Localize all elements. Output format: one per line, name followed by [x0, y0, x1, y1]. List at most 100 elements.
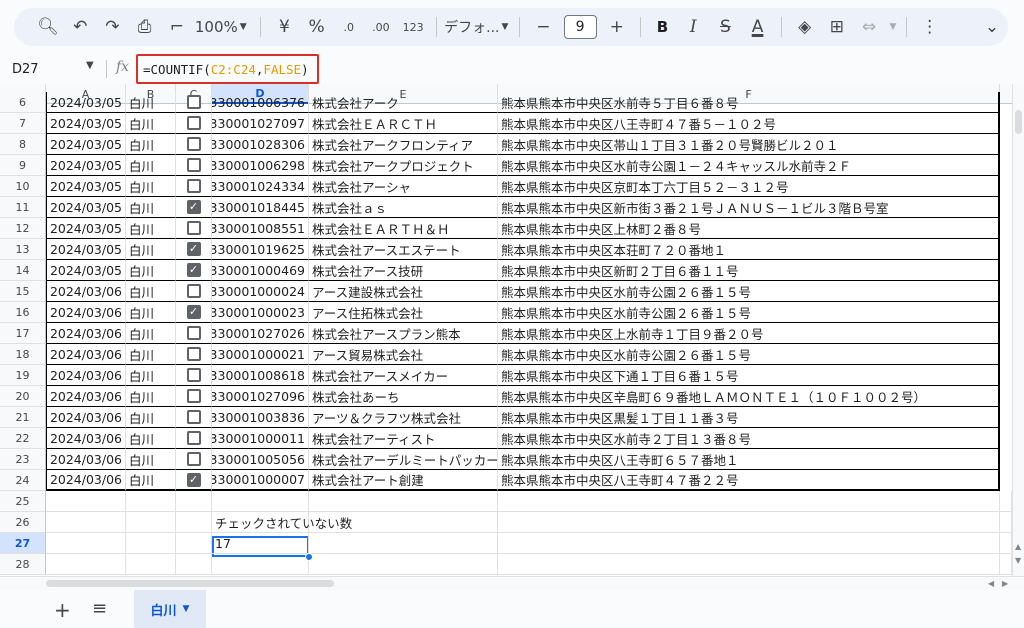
bold-button[interactable]: B [648, 13, 677, 41]
zoom-select[interactable]: 100% ▼ [193, 13, 253, 41]
row-header[interactable]: 20 [0, 386, 46, 407]
number-format-button[interactable]: 123 [397, 13, 429, 41]
cell[interactable]: 熊本県熊本市中央区上水前寺１丁目９番２０号 [498, 323, 1000, 344]
increase-decimal-button[interactable]: .00 [365, 13, 397, 41]
cell[interactable]: 白川 [126, 197, 176, 218]
cell[interactable]: 9330001000024 [212, 281, 309, 302]
cell[interactable]: 2024/03/05 [46, 113, 126, 134]
cell[interactable]: ✓ [176, 260, 212, 281]
cell[interactable]: 白川 [126, 92, 176, 113]
formula-input[interactable]: =COUNTIF(C2:C24, FALSE) [136, 54, 319, 84]
cell[interactable] [176, 365, 212, 386]
italic-button[interactable]: I [677, 13, 709, 41]
cell[interactable]: 2024/03/05 [46, 197, 126, 218]
checkbox-unchecked[interactable] [186, 347, 201, 361]
row-header[interactable]: 27 [0, 533, 46, 554]
undo-icon[interactable]: ↶ [64, 13, 96, 41]
cell[interactable]: 2024/03/05 [46, 239, 126, 260]
cell[interactable]: 4330001006298 [212, 155, 309, 176]
checkbox-unchecked[interactable] [186, 116, 201, 130]
cell[interactable]: 2024/03/05 [46, 155, 126, 176]
row-header[interactable]: 12 [0, 218, 46, 239]
cell[interactable]: 株式会社アーデルミートパッカー [309, 449, 498, 470]
cell[interactable]: 白川 [126, 302, 176, 323]
cell[interactable]: 2024/03/06 [46, 407, 126, 428]
checkbox-checked[interactable]: ✓ [186, 200, 201, 214]
cell[interactable]: 9330001005056 [212, 449, 309, 470]
cell[interactable]: 2024/03/05 [46, 176, 126, 197]
scroll-right-icon[interactable]: ▶ [1002, 579, 1008, 588]
row-header[interactable]: 9 [0, 155, 46, 176]
cell[interactable] [1000, 491, 1012, 512]
cell[interactable]: 熊本県熊本市中央区水前寺公園２６番１５号 [498, 344, 1000, 365]
cell[interactable]: 株式会社アースエステート [309, 239, 498, 260]
cell[interactable]: 株式会社アースメイカー [309, 365, 498, 386]
cell[interactable]: 4330001027096 [212, 386, 309, 407]
chevron-down-icon[interactable]: ▼ [183, 604, 190, 614]
cell[interactable]: 3330001024334 [212, 176, 309, 197]
cell[interactable]: 白川 [126, 113, 176, 134]
cell[interactable] [176, 92, 212, 113]
cell[interactable]: ✓ [176, 197, 212, 218]
row-header[interactable]: 26 [0, 512, 46, 533]
strikethrough-button[interactable]: S [709, 13, 741, 41]
cell[interactable]: 白川 [126, 134, 176, 155]
cell[interactable] [46, 512, 126, 533]
row-header[interactable]: 24 [0, 470, 46, 491]
cell[interactable]: 白川 [126, 386, 176, 407]
font-size-decrease-icon[interactable]: − [527, 13, 559, 41]
cell[interactable]: 株式会社アースプラン熊本 [309, 323, 498, 344]
cell[interactable]: 2024/03/06 [46, 428, 126, 449]
cell[interactable]: 2024/03/06 [46, 449, 126, 470]
cell[interactable] [309, 491, 498, 512]
cell[interactable] [46, 554, 126, 575]
cell[interactable] [126, 512, 176, 533]
cell[interactable] [176, 491, 212, 512]
cell[interactable]: 熊本県熊本市中央区上林町２番８号 [498, 218, 1000, 239]
cell[interactable]: ✓ [176, 470, 212, 491]
horizontal-scroll-thumb[interactable] [46, 580, 334, 587]
cell[interactable]: 熊本県熊本市中央区新市街３番２１号ＪＡＮＵＳ－１ビル３階Ｂ号室 [498, 197, 1000, 218]
search-menus-icon[interactable]: 🔍︎ [32, 13, 64, 41]
cell[interactable] [176, 407, 212, 428]
cell[interactable] [176, 428, 212, 449]
cell[interactable] [1000, 533, 1012, 554]
row-header[interactable]: 7 [0, 113, 46, 134]
decrease-decimal-button[interactable]: .0 [333, 13, 365, 41]
cell[interactable] [176, 113, 212, 134]
cell[interactable] [1000, 512, 1012, 533]
cell[interactable]: 2024/03/06 [46, 470, 126, 491]
cell[interactable]: 2024/03/06 [46, 281, 126, 302]
cell[interactable]: アース住拓株式会社 [309, 302, 498, 323]
spreadsheet-grid[interactable]: A B C D E F 62024/03/05白川7330001006376株式… [0, 84, 1024, 576]
cell[interactable]: 17 [212, 533, 309, 554]
checkbox-unchecked[interactable] [186, 368, 201, 382]
checkbox-unchecked[interactable] [186, 452, 201, 466]
cell[interactable] [498, 491, 1000, 512]
row-header[interactable]: 14 [0, 260, 46, 281]
cell[interactable] [309, 554, 498, 575]
cell[interactable]: 2024/03/06 [46, 323, 126, 344]
cell[interactable]: 白川 [126, 218, 176, 239]
scroll-left-icon[interactable]: ◀ [988, 579, 994, 588]
row-header[interactable]: 8 [0, 134, 46, 155]
cell[interactable] [176, 386, 212, 407]
cell[interactable]: 株式会社アーシャ [309, 176, 498, 197]
row-header[interactable]: 13 [0, 239, 46, 260]
cell[interactable]: 7330001006376 [212, 92, 309, 113]
paint-format-icon[interactable]: ⌐ [161, 13, 193, 41]
checkbox-unchecked[interactable] [186, 431, 201, 445]
cell[interactable]: 株式会社アーティスト [309, 428, 498, 449]
cell[interactable]: 白川 [126, 449, 176, 470]
horizontal-scrollbar[interactable]: ◀ ▶ [0, 576, 1024, 590]
cell[interactable]: 9330001027026 [212, 323, 309, 344]
cell[interactable]: 株式会社アークプロジェクト [309, 155, 498, 176]
all-sheets-icon[interactable]: ≡ [92, 598, 107, 619]
cell[interactable]: 白川 [126, 239, 176, 260]
borders-icon[interactable]: ⊞ [821, 13, 853, 41]
cell[interactable]: 白川 [126, 407, 176, 428]
cell[interactable]: 株式会社ＥＡＲＣＴＨ [309, 113, 498, 134]
cell[interactable]: 3330001027097 [212, 113, 309, 134]
cell[interactable]: 白川 [126, 176, 176, 197]
fill-handle[interactable] [305, 553, 313, 561]
